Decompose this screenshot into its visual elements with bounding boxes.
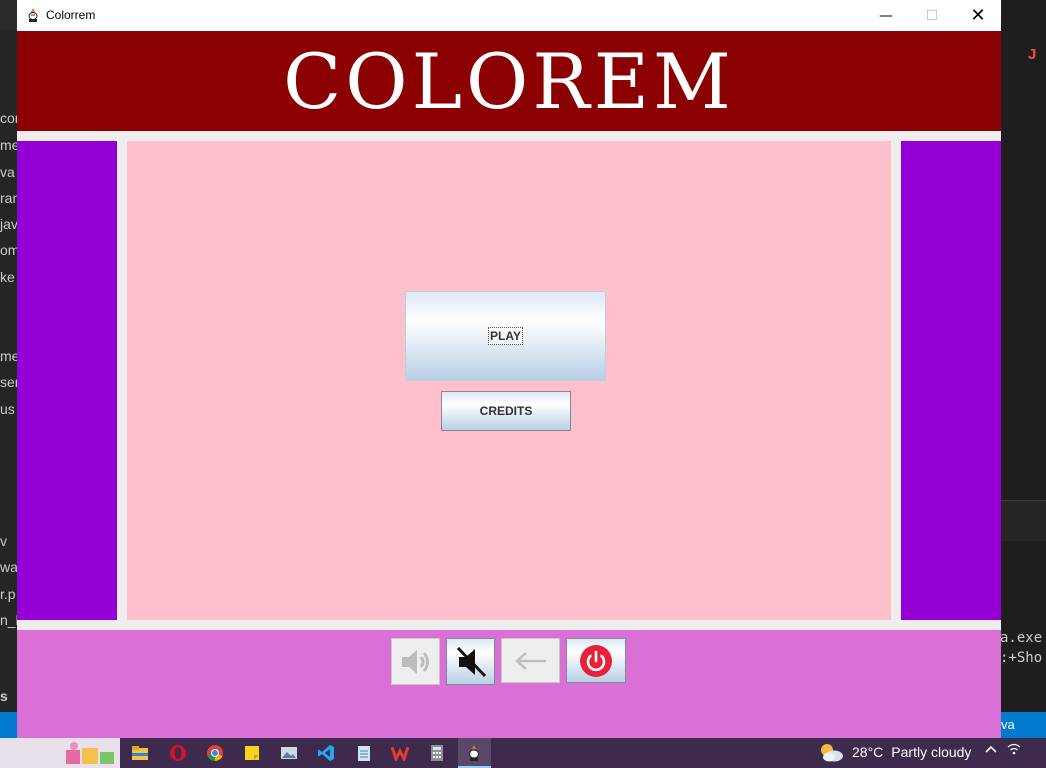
- java-taskbar-icon[interactable]: [462, 741, 486, 765]
- window-title: Colorrem: [46, 8, 96, 22]
- bg-statusbar: va: [1001, 712, 1046, 738]
- taskbar-widget-area[interactable]: [0, 738, 120, 768]
- game-title: COLOREM: [283, 37, 735, 126]
- play-button-label: PLAY: [488, 327, 523, 345]
- back-button[interactable]: [501, 638, 560, 683]
- background-statusbar-left: [0, 712, 17, 738]
- bg-fragment: va: [0, 164, 15, 180]
- gift-widget-icon: [66, 742, 114, 764]
- bg-fragment: s: [0, 688, 8, 704]
- bg-fragment: jav: [0, 216, 17, 232]
- power-icon: [580, 644, 612, 677]
- taskbar: 28°C Partly cloudy: [0, 738, 1046, 768]
- sticky-notes-icon[interactable]: [240, 741, 264, 765]
- wps-office-icon[interactable]: [388, 741, 412, 765]
- chevron-up-icon[interactable]: [985, 743, 997, 759]
- wifi-icon[interactable]: [1007, 743, 1021, 759]
- system-tray[interactable]: [985, 743, 1021, 759]
- bg-fragment: n_b: [0, 612, 17, 628]
- vscode-icon[interactable]: [314, 741, 338, 765]
- bg-fragment: a.exe: [1001, 630, 1043, 646]
- close-button[interactable]: ✕: [955, 0, 1001, 31]
- partly-cloudy-icon: [821, 744, 843, 762]
- power-button[interactable]: [566, 638, 626, 683]
- bg-fragment: ke: [0, 269, 15, 285]
- menu-panel: PLAY CREDITS: [127, 141, 891, 620]
- bg-fragment: ser: [0, 374, 17, 390]
- app-window: Colorrem — ☐ ✕ COLOREM PLAY CREDITS: [17, 0, 1001, 738]
- notepad-icon[interactable]: [352, 741, 376, 765]
- maximize-button[interactable]: ☐: [909, 0, 955, 31]
- opera-icon[interactable]: [166, 741, 190, 765]
- title-bar[interactable]: Colorrem — ☐ ✕: [17, 0, 1001, 31]
- bg-fragment: me: [0, 348, 17, 364]
- bg-terminal-header: [1001, 500, 1046, 541]
- header-banner: COLOREM: [17, 31, 1001, 131]
- java-app-icon: [28, 8, 38, 22]
- photos-icon[interactable]: [277, 741, 301, 765]
- minimize-button[interactable]: —: [863, 0, 909, 31]
- bg-fragment: v: [0, 533, 7, 549]
- weather-widget[interactable]: 28°C Partly cloudy: [818, 741, 971, 763]
- credits-button[interactable]: CREDITS: [441, 391, 571, 431]
- background-editor-right: J a.exe :+Sho va: [1001, 0, 1046, 738]
- chrome-icon[interactable]: [203, 741, 227, 765]
- game-content: COLOREM PLAY CREDITS: [17, 31, 1001, 738]
- right-side-panel: [901, 141, 1001, 620]
- bg-fragment: wa: [0, 559, 17, 575]
- sound-on-button[interactable]: [391, 638, 440, 685]
- bg-java-mark: J: [1028, 46, 1037, 63]
- bg-fragment: :+Sho: [1001, 650, 1043, 666]
- mute-button[interactable]: [446, 638, 495, 685]
- background-editor-left: tic con me va ran jav om ke me ser us v …: [0, 30, 17, 738]
- file-explorer-icon[interactable]: [128, 741, 152, 765]
- bg-fragment: ran: [0, 190, 17, 206]
- bg-fragment: me: [0, 137, 17, 153]
- weather-condition: Partly cloudy: [891, 744, 972, 760]
- bg-fragment: om: [0, 242, 17, 258]
- calculator-icon[interactable]: [425, 741, 449, 765]
- speaker-icon: [401, 649, 429, 674]
- weather-temperature: 28°C: [852, 744, 884, 760]
- left-side-panel: [17, 141, 117, 620]
- arrow-left-icon: [514, 651, 546, 670]
- bg-fragment: con: [0, 110, 17, 126]
- control-bar: [17, 630, 1001, 738]
- play-button[interactable]: PLAY: [405, 291, 606, 381]
- bg-fragment: us: [0, 401, 15, 417]
- bg-status-text: va: [1001, 717, 1015, 732]
- bg-fragment: r.p: [0, 586, 16, 602]
- speaker-muted-icon: [456, 646, 486, 677]
